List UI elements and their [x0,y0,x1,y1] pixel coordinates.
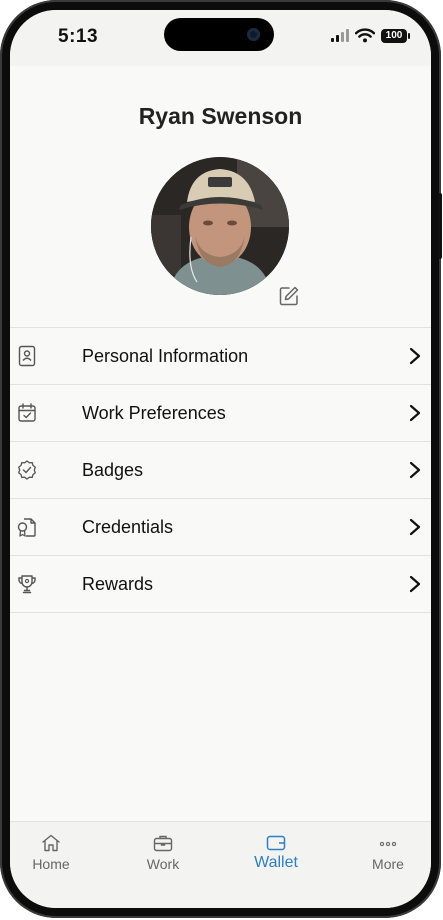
profile-menu: Personal Information Work Preferences Ba… [10,327,431,613]
badge-check-icon [18,460,36,480]
home-icon [42,834,60,852]
menu-item-badges[interactable]: Badges [10,441,431,498]
menu-item-label: Personal Information [82,346,249,366]
menu-item-label: Rewards [82,574,154,594]
chevron-right-icon [409,347,421,365]
tab-more[interactable]: More [343,834,431,872]
side-button [438,193,442,259]
menu-item-label: Badges [82,460,144,480]
status-bar: 5:13 100 [10,10,431,66]
wifi-icon [355,28,375,43]
tab-label: Wallet [254,854,298,871]
chevron-right-icon [409,575,421,593]
menu-item-rewards[interactable]: Rewards [10,555,431,613]
profile-name: Ryan Swenson [138,103,303,129]
camera-icon [247,28,260,41]
wallet-icon [266,835,286,851]
credentials-icon [17,518,36,537]
tab-label: Home [32,856,70,872]
more-dots-icon [379,841,397,847]
menu-item-label: Credentials [82,517,174,537]
calendar-check-icon [18,403,36,422]
chevron-right-icon [409,404,421,422]
menu-item-credentials[interactable]: Credentials [10,498,431,555]
bottom-tab-bar: Home Work Wallet More [10,821,431,908]
screen: 5:13 100 Ryan Swenson Personal Informati… [10,10,431,908]
avatar[interactable] [151,157,289,295]
id-card-icon [18,345,36,367]
tab-label: More [372,856,404,872]
tab-home[interactable]: Home [10,834,96,872]
edit-pencil-icon[interactable] [278,285,300,307]
status-icons: 100 [331,28,410,43]
menu-item-label: Work Preferences [82,403,226,423]
menu-item-personal-information[interactable]: Personal Information [10,327,431,384]
tab-wallet[interactable]: Wallet [231,834,321,872]
menu-item-work-preferences[interactable]: Work Preferences [10,384,431,441]
chevron-right-icon [409,461,421,479]
trophy-icon [18,575,36,594]
battery-icon: 100 [381,28,410,43]
dynamic-island [164,18,274,51]
phone-frame: 5:13 100 Ryan Swenson Personal Informati… [0,0,442,918]
chevron-right-icon [409,518,421,536]
tab-label: Work [146,856,180,872]
cellular-signal-icon [331,29,349,42]
briefcase-icon [153,835,173,852]
status-time: 5:13 [58,26,99,47]
tab-work[interactable]: Work [118,834,208,872]
